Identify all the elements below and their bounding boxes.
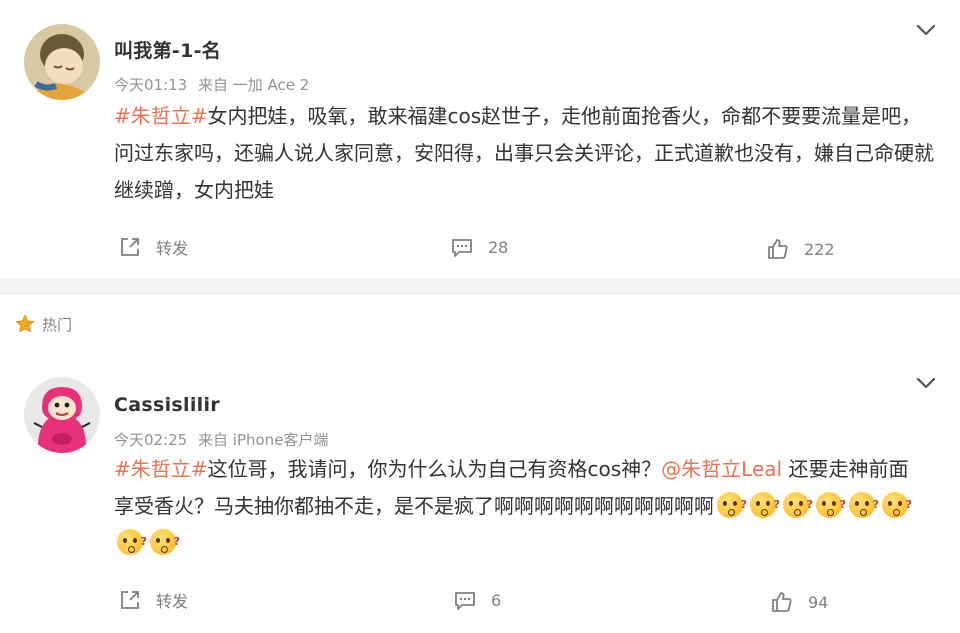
comment-body: 这位哥，我请问，你为什么认为自己有资格cos神？	[207, 457, 662, 481]
doge-question-emoji: ?	[117, 529, 147, 555]
repost-button[interactable]: 转发	[118, 235, 188, 259]
comment-time: 今天01:13	[114, 76, 188, 94]
comment-button[interactable]: 28	[450, 235, 508, 259]
repost-label: 转发	[156, 592, 189, 611]
username[interactable]: Cassislilir	[114, 394, 220, 416]
chevron-down-icon[interactable]	[914, 371, 938, 395]
doge-question-emoji: ?	[849, 492, 879, 518]
chevron-down-icon[interactable]	[914, 18, 938, 42]
comment-card: 叫我第-1-名 今天01:13 来自 一加 Ace 2 #朱哲立#女内把娃，吸氧…	[0, 0, 960, 278]
repost-button[interactable]: 转发	[118, 588, 188, 612]
hot-section-header: 热门	[14, 313, 72, 335]
repost-icon	[121, 238, 139, 256]
topic-link[interactable]: #朱哲立#	[114, 457, 208, 481]
thumbs-up-icon	[768, 239, 788, 259]
comment-meta: 今天01:13 来自 一加 Ace 2	[114, 74, 309, 95]
comment-count: 28	[488, 237, 509, 257]
doge-question-emoji: ?	[750, 492, 780, 518]
comment-time: 今天02:25	[114, 431, 188, 449]
comment-count: 6	[491, 590, 502, 610]
hot-label: 热门	[42, 315, 73, 334]
comment-icon	[455, 592, 475, 610]
comment-text: #朱哲立#女内把娃，吸氧，敢来福建cos赵世子，走他前面抢香火，命都不要要流量是…	[114, 98, 934, 209]
user-mention-link[interactable]: @朱哲立Leal	[661, 457, 782, 481]
username[interactable]: 叫我第-1-名	[114, 36, 221, 63]
star-icon	[15, 314, 35, 333]
comment-source: 来自 一加 Ace 2	[198, 76, 310, 94]
comment-text: #朱哲立#这位哥，我请问，你为什么认为自己有资格cos神？@朱哲立Leal 还要…	[114, 451, 924, 562]
doge-question-emoji: ?	[150, 529, 180, 555]
comment-card: 热门 Cassislilir 今天02:25 来自 iPhone客户端 #朱哲立…	[0, 295, 960, 633]
doge-question-emoji: ?	[816, 492, 846, 518]
doge-question-emoji: ?	[717, 492, 747, 518]
like-button[interactable]: 94	[770, 590, 828, 614]
topic-link[interactable]: #朱哲立#	[114, 104, 208, 128]
repost-icon	[121, 591, 139, 609]
avatar[interactable]	[24, 24, 100, 100]
comment-icon	[452, 239, 472, 257]
doge-question-emoji: ?	[882, 492, 912, 518]
avatar[interactable]	[24, 377, 100, 453]
section-divider	[0, 278, 960, 295]
like-count: 222	[804, 239, 835, 259]
thumbs-up-icon	[772, 592, 792, 612]
comment-source: 来自 iPhone客户端	[198, 431, 329, 449]
repost-label: 转发	[156, 239, 189, 258]
comment-body: 女内把娃，吸氧，敢来福建cos赵世子，走他前面抢香火，命都不要要流量是吧，问过东…	[114, 104, 934, 202]
comment-button[interactable]: 6	[453, 588, 501, 612]
like-button[interactable]: 222	[766, 237, 835, 261]
doge-question-emoji: ?	[783, 492, 813, 518]
like-count: 94	[808, 592, 829, 612]
comment-meta: 今天02:25 来自 iPhone客户端	[114, 429, 328, 450]
